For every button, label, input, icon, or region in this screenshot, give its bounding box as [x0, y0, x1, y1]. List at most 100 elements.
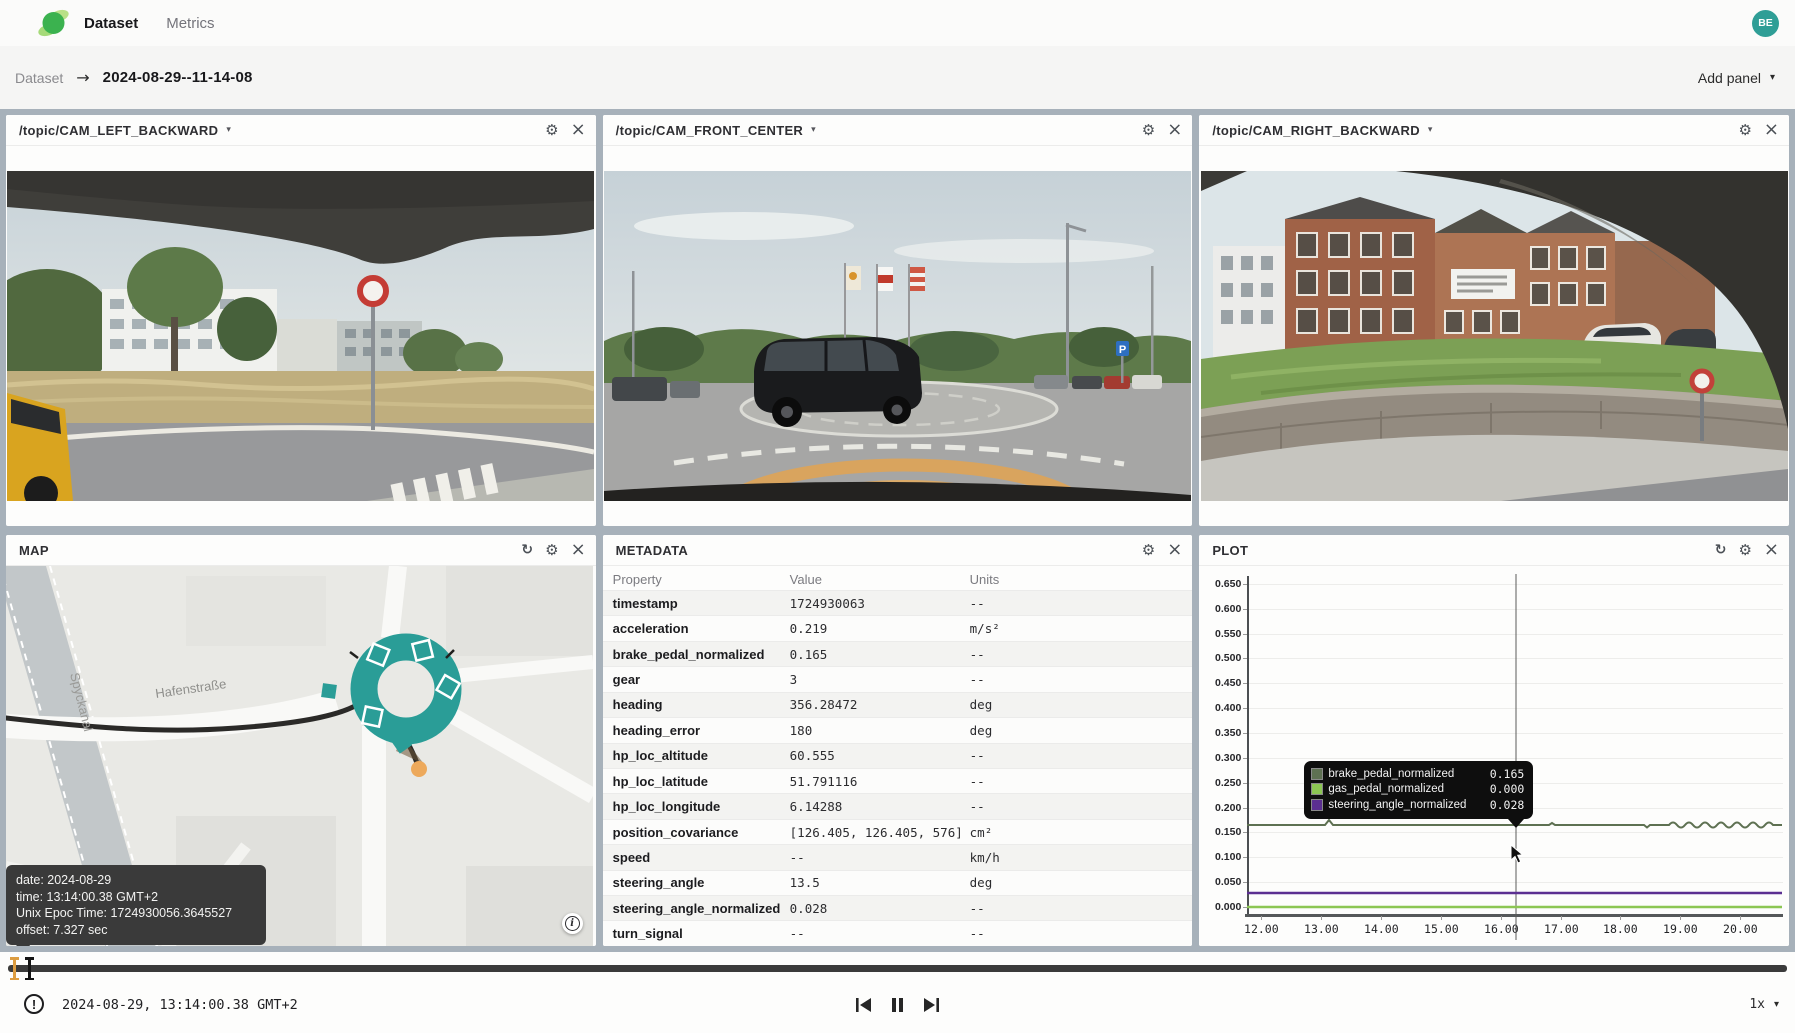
column-header: Units	[970, 572, 1183, 587]
map-tooltip-date: date: 2024-08-29	[16, 872, 256, 889]
metadata-table: Property Value Units timestamp1724930063…	[603, 566, 1193, 946]
metadata-value: 60.555	[790, 748, 970, 763]
metadata-value: 6.14288	[790, 799, 970, 814]
timeline-track[interactable]	[8, 965, 1787, 972]
chevron-down-icon[interactable]: ▾	[226, 125, 231, 135]
metadata-value: 13.5	[790, 875, 970, 890]
metadata-property: speed	[613, 850, 790, 865]
metadata-row: heading_error180deg	[603, 717, 1193, 742]
map-tooltip-epoch: Unix Epoc Time: 1724930056.3645527	[16, 905, 256, 922]
chevron-down-icon[interactable]: ▾	[811, 125, 816, 135]
settings-gear-icon[interactable]: ⚙	[1738, 543, 1751, 558]
metadata-property: brake_pedal_normalized	[613, 647, 790, 662]
close-panel-icon[interactable]: ×	[1167, 541, 1182, 559]
close-panel-icon[interactable]: ×	[571, 541, 586, 559]
metadata-units: deg	[970, 723, 1183, 738]
map-info-button[interactable]: i	[562, 913, 583, 934]
settings-gear-icon[interactable]: ⚙	[1142, 543, 1155, 558]
legend-series-value: 0.000	[1490, 782, 1525, 796]
user-avatar[interactable]: BE	[1752, 10, 1779, 37]
metadata-property: acceleration	[613, 621, 790, 636]
close-panel-icon[interactable]: ×	[1167, 121, 1182, 139]
tab-dataset[interactable]: Dataset	[84, 15, 138, 32]
chevron-down-icon[interactable]: ▾	[1428, 125, 1433, 135]
metadata-units: --	[970, 901, 1183, 916]
breadcrumb-current: 2024-08-29--11-14-08	[103, 69, 253, 86]
panel-header: METADATA ⚙ ×	[603, 535, 1193, 566]
metadata-header-row: Property Value Units	[603, 568, 1193, 590]
panel-header: MAP ↻ ⚙ ×	[6, 535, 596, 566]
alert-icon[interactable]: !	[24, 994, 44, 1014]
pause-button[interactable]	[887, 994, 909, 1016]
metadata-units: km/h	[970, 850, 1183, 865]
metadata-property: turn_signal	[613, 926, 790, 941]
panel-header: PLOT ↻ ⚙ ×	[1199, 535, 1789, 566]
panel-header: /topic/CAM_RIGHT_BACKWARD ▾ ⚙ ×	[1199, 115, 1789, 146]
metadata-row: hp_loc_longitude6.14288--	[603, 793, 1193, 818]
metadata-row: steering_angle13.5deg	[603, 870, 1193, 895]
skip-to-end-button[interactable]	[921, 994, 943, 1016]
metadata-property: hp_loc_longitude	[613, 799, 790, 814]
metadata-row: position_covariance[126.405, 126.405, 57…	[603, 819, 1193, 844]
add-panel-button[interactable]: Add panel ▾	[1698, 70, 1775, 86]
panel-metadata: METADATA ⚙ × Property Value Units timest…	[603, 535, 1193, 946]
info-icon: i	[565, 916, 580, 931]
camera-image-front-center: P	[603, 146, 1193, 526]
column-header: Value	[790, 572, 970, 587]
metadata-value: --	[790, 850, 970, 865]
map-time-tooltip: date: 2024-08-29 time: 13:14:00.38 GMT+2…	[6, 865, 266, 945]
topic-selector-cam-left[interactable]: /topic/CAM_LEFT_BACKWARD	[19, 123, 218, 138]
metadata-row: steering_angle_normalized0.028--	[603, 895, 1193, 920]
legend-series-value: 0.165	[1490, 767, 1525, 781]
metadata-row: hp_loc_altitude60.555--	[603, 743, 1193, 768]
metadata-value: 356.28472	[790, 697, 970, 712]
metadata-row: brake_pedal_normalized0.165--	[603, 641, 1193, 666]
legend-row: brake_pedal_normalized 0.165	[1311, 766, 1524, 782]
refresh-icon[interactable]: ↻	[1715, 543, 1727, 557]
map-tooltip-time: time: 13:14:00.38 GMT+2	[16, 889, 256, 906]
metadata-units: --	[970, 799, 1183, 814]
metadata-value: 0.028	[790, 901, 970, 916]
topic-selector-cam-right[interactable]: /topic/CAM_RIGHT_BACKWARD	[1212, 123, 1420, 138]
metadata-row: gear3--	[603, 666, 1193, 691]
close-panel-icon[interactable]: ×	[571, 121, 586, 139]
metadata-units: cm²	[970, 825, 1183, 840]
metadata-row: hp_loc_latitude51.791116--	[603, 768, 1193, 793]
metadata-property: hp_loc_latitude	[613, 774, 790, 789]
close-panel-icon[interactable]: ×	[1764, 541, 1779, 559]
speed-value: 1x	[1749, 997, 1765, 1012]
settings-gear-icon[interactable]: ⚙	[545, 123, 558, 138]
map-canvas[interactable]: Hafenstraße Spyckanal date: 2024-08-29 t…	[6, 566, 596, 946]
settings-gear-icon[interactable]: ⚙	[545, 543, 558, 558]
metadata-value: 0.165	[790, 647, 970, 662]
metadata-property: position_covariance	[613, 825, 790, 840]
close-panel-icon[interactable]: ×	[1764, 121, 1779, 139]
playback-bar: ! 2024-08-29, 13:14:00.38 GMT+2 1x ▾	[0, 952, 1795, 1033]
skip-to-start-button[interactable]	[853, 994, 875, 1016]
playback-speed-selector[interactable]: 1x ▾	[1749, 997, 1779, 1012]
metadata-units: --	[970, 748, 1183, 763]
tab-metrics[interactable]: Metrics	[166, 15, 214, 32]
legend-series-name: steering_angle_normalized	[1328, 799, 1489, 811]
metadata-row: speed--km/h	[603, 844, 1193, 869]
metadata-row: heading356.28472deg	[603, 692, 1193, 717]
top-nav: Dataset Metrics BE	[0, 0, 1795, 46]
plot-canvas[interactable]: 0.650 0.600 0.550 0.500 0.450 0.400 0.35…	[1199, 566, 1789, 946]
camera-image-right-backward	[1199, 146, 1789, 526]
timeline-playhead[interactable]	[25, 957, 34, 980]
breadcrumb-root[interactable]: Dataset	[15, 70, 63, 86]
metadata-property: gear	[613, 672, 790, 687]
metadata-panel-title: METADATA	[616, 543, 688, 558]
metadata-value: 180	[790, 723, 970, 738]
mouse-cursor-icon	[1510, 844, 1524, 864]
metadata-units: --	[970, 596, 1183, 611]
refresh-icon[interactable]: ↻	[521, 543, 533, 557]
app-logo-icon[interactable]	[38, 8, 70, 38]
settings-gear-icon[interactable]: ⚙	[1738, 123, 1751, 138]
topic-selector-cam-center[interactable]: /topic/CAM_FRONT_CENTER	[616, 123, 803, 138]
timeline-marker-secondary[interactable]	[10, 957, 19, 980]
map-panel-title: MAP	[19, 543, 49, 558]
legend-swatch-2	[1311, 799, 1323, 811]
settings-gear-icon[interactable]: ⚙	[1142, 123, 1155, 138]
panel-plot: PLOT ↻ ⚙ × 0.650 0.600 0.550 0.500 0.450…	[1199, 535, 1789, 946]
